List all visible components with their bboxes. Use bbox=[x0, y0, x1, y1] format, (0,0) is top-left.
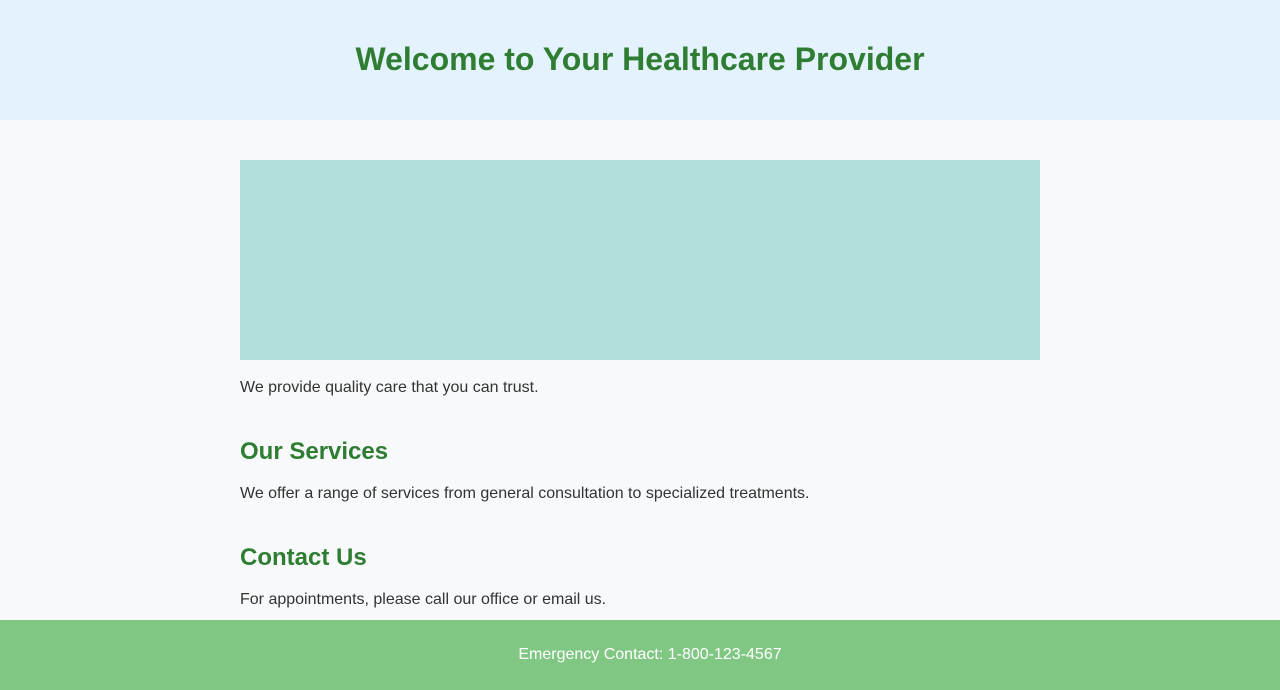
emergency-contact-text: Emergency Contact: 1-800-123-4567 bbox=[518, 646, 782, 663]
page-header: Welcome to Your Healthcare Provider bbox=[0, 0, 1280, 120]
services-text: We offer a range of services from genera… bbox=[240, 485, 810, 502]
intro-text: We provide quality care that you can tru… bbox=[240, 379, 539, 396]
page-footer: Emergency Contact: 1-800-123-4567 bbox=[0, 620, 1280, 690]
main-content: We provide quality care that you can tru… bbox=[240, 160, 1040, 608]
contact-text: For appointments, please call our office… bbox=[240, 591, 607, 608]
hero-image-placeholder bbox=[240, 160, 1040, 360]
contact-heading: Contact Us bbox=[240, 544, 367, 571]
services-heading: Our Services bbox=[240, 438, 389, 465]
page-title: Welcome to Your Healthcare Provider bbox=[355, 41, 925, 77]
